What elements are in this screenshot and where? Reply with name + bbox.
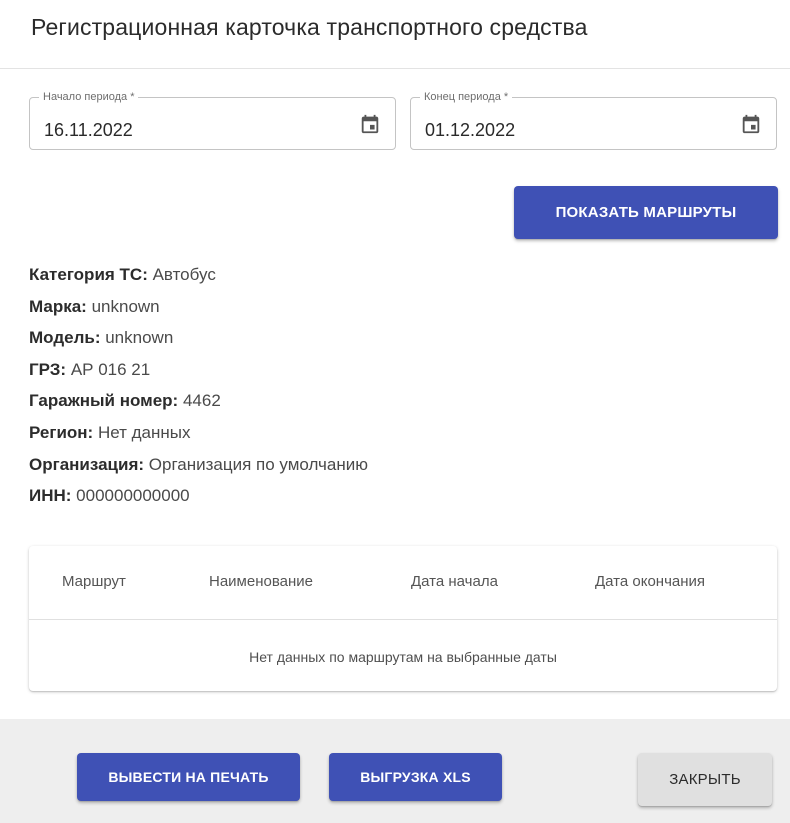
period-start-input[interactable] [30,98,395,149]
dialog-title: Регистрационная карточка транспортного с… [31,14,588,40]
brand-label: Марка: [29,296,87,316]
plate-label: ГРЗ: [29,359,67,379]
period-end-input[interactable] [411,98,776,149]
info-row-model: Модель: unknown [29,327,368,359]
garage-label: Гаражный номер: [29,391,179,411]
show-routes-button[interactable]: ПОКАЗАТЬ МАРШРУТЫ [514,186,778,239]
print-button[interactable]: ВЫВЕСТИ НА ПЕЧАТЬ [77,753,300,801]
column-header-route: Маршрут [62,573,126,590]
column-header-name: Наименование [209,573,313,590]
column-header-start-date: Дата начала [411,573,498,590]
calendar-icon[interactable] [740,113,762,135]
table-header: Маршрут Наименование Дата начала Дата ок… [29,546,777,620]
routes-table: Маршрут Наименование Дата начала Дата ок… [29,546,777,691]
table-empty-message: Нет данных по маршрутам на выбранные дат… [249,649,557,665]
category-value: Автобус [152,265,216,284]
inn-value: 000000000000 [76,486,190,506]
info-row-organization: Организация: Организация по умолчанию [29,454,368,486]
info-row-plate: ГРЗ: АР 016 21 [29,359,368,391]
close-button[interactable]: ЗАКРЫТЬ [638,753,772,806]
organization-label: Организация: [29,454,145,474]
column-header-end-date: Дата окончания [595,573,706,590]
model-value: unknown [105,328,174,348]
plate-value: АР 016 21 [70,359,151,379]
calendar-icon[interactable] [359,113,381,135]
info-row-category: Категория ТС: Автобус [29,264,368,296]
period-start-field[interactable]: Начало периода * [29,90,396,150]
vehicle-info: Категория ТС: Автобус Марка: unknown Мод… [29,264,368,517]
title-divider [0,68,790,69]
brand-value: unknown [91,296,160,316]
export-xls-button[interactable]: ВЫГРУЗКА XLS [329,753,502,801]
garage-value: 4462 [182,391,221,411]
info-row-inn: ИНН: 000000000000 [29,485,368,517]
info-row-region: Регион: Нет данных [29,422,368,454]
region-value: Нет данных [97,422,191,442]
inn-label: ИНН: [29,486,72,506]
region-label: Регион: [29,422,94,442]
category-label: Категория ТС: [29,265,148,284]
organization-value: Организация по умолчанию [148,454,368,474]
model-label: Модель: [29,328,101,348]
info-row-brand: Марка: unknown [29,296,368,328]
period-end-field[interactable]: Конец периода * [410,90,777,150]
info-row-garage: Гаражный номер: 4462 [29,390,368,422]
